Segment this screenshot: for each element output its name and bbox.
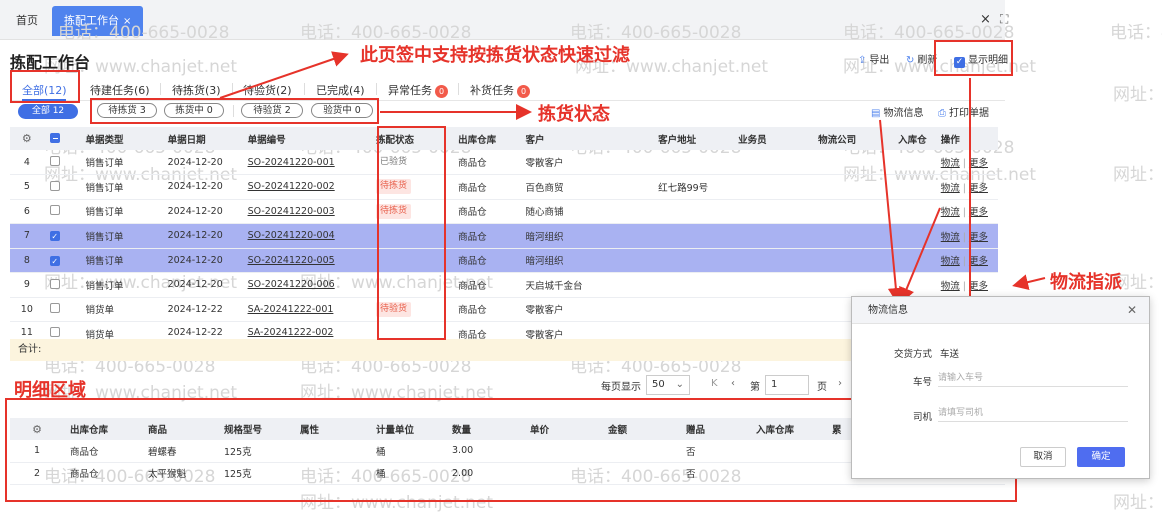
logistics-modal: 物流信息 ✕ 交货方式 车送 车号 请输入车号 司机 请填写司机 取消 确定 bbox=[851, 296, 1150, 479]
arrow-to-logistics-note bbox=[1012, 274, 1046, 290]
cancel-button[interactable]: 取消 bbox=[1020, 447, 1066, 467]
annotation-status-note: 拣货状态 bbox=[538, 104, 610, 125]
confirm-button[interactable]: 确定 bbox=[1077, 447, 1125, 467]
plate-number-label: 车号 bbox=[912, 377, 932, 388]
arrow-logistics-link-to-modal bbox=[899, 207, 941, 304]
annotation-filter-note: 此页签中支持按拣货状态快速过滤 bbox=[360, 45, 630, 66]
delivery-method-label: 交货方式 bbox=[893, 349, 932, 360]
annotation-detail-note: 明细区域 bbox=[14, 380, 86, 401]
driver-label: 司机 bbox=[912, 412, 932, 423]
arrow-to-filter-note bbox=[219, 51, 349, 99]
annotation-logistics-note: 物流指派 bbox=[1050, 272, 1122, 293]
arrow-logistics-info-to-modal bbox=[879, 119, 904, 304]
driver-input[interactable]: 请填写司机 bbox=[938, 405, 1128, 422]
modal-title: 物流信息 bbox=[852, 297, 1149, 324]
plate-number-input[interactable]: 请输入车号 bbox=[938, 370, 1128, 387]
close-icon[interactable]: ✕ bbox=[1127, 303, 1137, 317]
delivery-method-value[interactable]: 车送 bbox=[940, 346, 959, 360]
